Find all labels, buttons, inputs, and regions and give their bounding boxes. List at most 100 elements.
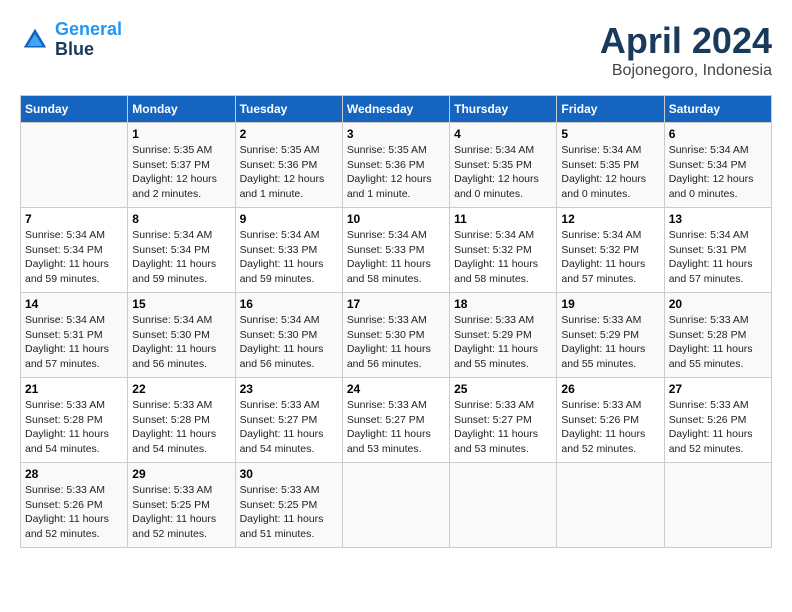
calendar-cell [342, 463, 449, 548]
day-info: Sunrise: 5:34 AM Sunset: 5:34 PM Dayligh… [25, 228, 123, 287]
day-number: 25 [454, 382, 552, 396]
day-info: Sunrise: 5:34 AM Sunset: 5:31 PM Dayligh… [25, 313, 123, 372]
week-row-1: 1 Sunrise: 5:35 AM Sunset: 5:37 PM Daylig… [21, 123, 772, 208]
column-header-wednesday: Wednesday [342, 96, 449, 123]
logo-icon [20, 25, 50, 55]
day-number: 29 [132, 467, 230, 481]
day-info: Sunrise: 5:35 AM Sunset: 5:36 PM Dayligh… [347, 143, 445, 202]
day-info: Sunrise: 5:34 AM Sunset: 5:30 PM Dayligh… [132, 313, 230, 372]
calendar-cell: 8 Sunrise: 5:34 AM Sunset: 5:34 PM Daylig… [128, 208, 235, 293]
calendar-cell: 11 Sunrise: 5:34 AM Sunset: 5:32 PM Dayli… [450, 208, 557, 293]
calendar-cell: 3 Sunrise: 5:35 AM Sunset: 5:36 PM Daylig… [342, 123, 449, 208]
calendar-cell: 23Sunrise: 5:33 AM Sunset: 5:27 PM Dayli… [235, 378, 342, 463]
day-info: Sunrise: 5:34 AM Sunset: 5:32 PM Dayligh… [454, 228, 552, 287]
day-info: Sunrise: 5:34 AM Sunset: 5:31 PM Dayligh… [669, 228, 767, 287]
calendar-cell: 19 Sunrise: 5:33 AM Sunset: 5:29 PM Dayli… [557, 293, 664, 378]
calendar-cell: 6 Sunrise: 5:34 AM Sunset: 5:34 PM Daylig… [664, 123, 771, 208]
day-info: Sunrise: 5:35 AM Sunset: 5:36 PM Dayligh… [240, 143, 338, 202]
day-info: Sunrise: 5:33 AM Sunset: 5:26 PM Dayligh… [561, 398, 659, 457]
day-info: Sunrise: 5:33 AM Sunset: 5:28 PM Dayligh… [669, 313, 767, 372]
day-info: Sunrise: 5:33 AM Sunset: 5:28 PM Dayligh… [132, 398, 230, 457]
calendar-cell [557, 463, 664, 548]
week-row-5: 28 Sunrise: 5:33 AM Sunset: 5:26 PM Dayli… [21, 463, 772, 548]
day-info: Sunrise: 5:33 AM Sunset: 5:28 PM Dayligh… [25, 398, 123, 457]
calendar-cell: 15 Sunrise: 5:34 AM Sunset: 5:30 PM Dayli… [128, 293, 235, 378]
calendar-cell: 20 Sunrise: 5:33 AM Sunset: 5:28 PM Dayli… [664, 293, 771, 378]
calendar-cell: 2 Sunrise: 5:35 AM Sunset: 5:36 PM Daylig… [235, 123, 342, 208]
day-number: 7 [25, 212, 123, 226]
day-info: Sunrise: 5:34 AM Sunset: 5:32 PM Dayligh… [561, 228, 659, 287]
day-number: 5 [561, 127, 659, 141]
day-info: Sunrise: 5:33 AM Sunset: 5:25 PM Dayligh… [132, 483, 230, 542]
calendar-cell: 14 Sunrise: 5:34 AM Sunset: 5:31 PM Dayli… [21, 293, 128, 378]
day-number: 3 [347, 127, 445, 141]
calendar-body: 1 Sunrise: 5:35 AM Sunset: 5:37 PM Daylig… [21, 123, 772, 548]
column-header-friday: Friday [557, 96, 664, 123]
calendar-cell: 12 Sunrise: 5:34 AM Sunset: 5:32 PM Dayli… [557, 208, 664, 293]
day-info: Sunrise: 5:33 AM Sunset: 5:26 PM Dayligh… [669, 398, 767, 457]
day-number: 28 [25, 467, 123, 481]
day-number: 13 [669, 212, 767, 226]
calendar-header: SundayMondayTuesdayWednesdayThursdayFrid… [21, 96, 772, 123]
day-info: Sunrise: 5:34 AM Sunset: 5:30 PM Dayligh… [240, 313, 338, 372]
day-number: 1 [132, 127, 230, 141]
calendar-cell: 7 Sunrise: 5:34 AM Sunset: 5:34 PM Daylig… [21, 208, 128, 293]
day-info: Sunrise: 5:33 AM Sunset: 5:30 PM Dayligh… [347, 313, 445, 372]
day-number: 14 [25, 297, 123, 311]
day-number: 24 [347, 382, 445, 396]
calendar-cell: 16 Sunrise: 5:34 AM Sunset: 5:30 PM Dayli… [235, 293, 342, 378]
calendar-cell: 26 Sunrise: 5:33 AM Sunset: 5:26 PM Dayli… [557, 378, 664, 463]
calendar-cell: 9Sunrise: 5:34 AM Sunset: 5:33 PM Daylig… [235, 208, 342, 293]
day-number: 19 [561, 297, 659, 311]
day-info: Sunrise: 5:33 AM Sunset: 5:29 PM Dayligh… [561, 313, 659, 372]
calendar-table: SundayMondayTuesdayWednesdayThursdayFrid… [20, 95, 772, 548]
day-number: 18 [454, 297, 552, 311]
calendar-cell: 4Sunrise: 5:34 AM Sunset: 5:35 PM Daylig… [450, 123, 557, 208]
day-info: Sunrise: 5:33 AM Sunset: 5:29 PM Dayligh… [454, 313, 552, 372]
calendar-cell [664, 463, 771, 548]
calendar-cell: 17 Sunrise: 5:33 AM Sunset: 5:30 PM Dayli… [342, 293, 449, 378]
calendar-cell: 25 Sunrise: 5:33 AM Sunset: 5:27 PM Dayli… [450, 378, 557, 463]
column-header-thursday: Thursday [450, 96, 557, 123]
day-info: Sunrise: 5:33 AM Sunset: 5:27 PM Dayligh… [347, 398, 445, 457]
calendar-cell: 13 Sunrise: 5:34 AM Sunset: 5:31 PM Dayli… [664, 208, 771, 293]
day-number: 8 [132, 212, 230, 226]
day-number: 17 [347, 297, 445, 311]
day-number: 22 [132, 382, 230, 396]
day-info: Sunrise: 5:35 AM Sunset: 5:37 PM Dayligh… [132, 143, 230, 202]
header: General Blue April 2024 Bojonegoro, Indo… [20, 20, 772, 80]
day-info: Sunrise: 5:34 AM Sunset: 5:35 PM Dayligh… [454, 143, 552, 202]
calendar-cell: 5 Sunrise: 5:34 AM Sunset: 5:35 PM Daylig… [557, 123, 664, 208]
day-number: 6 [669, 127, 767, 141]
day-number: 16 [240, 297, 338, 311]
logo: General Blue [20, 20, 122, 60]
day-info: Sunrise: 5:33 AM Sunset: 5:27 PM Dayligh… [240, 398, 338, 457]
day-info: Sunrise: 5:33 AM Sunset: 5:26 PM Dayligh… [25, 483, 123, 542]
column-header-tuesday: Tuesday [235, 96, 342, 123]
day-info: Sunrise: 5:34 AM Sunset: 5:35 PM Dayligh… [561, 143, 659, 202]
day-info: Sunrise: 5:34 AM Sunset: 5:34 PM Dayligh… [132, 228, 230, 287]
calendar-cell: 30Sunrise: 5:33 AM Sunset: 5:25 PM Dayli… [235, 463, 342, 548]
day-info: Sunrise: 5:33 AM Sunset: 5:27 PM Dayligh… [454, 398, 552, 457]
day-number: 2 [240, 127, 338, 141]
day-info: Sunrise: 5:34 AM Sunset: 5:33 PM Dayligh… [347, 228, 445, 287]
day-number: 15 [132, 297, 230, 311]
day-info: Sunrise: 5:34 AM Sunset: 5:34 PM Dayligh… [669, 143, 767, 202]
day-number: 20 [669, 297, 767, 311]
day-number: 12 [561, 212, 659, 226]
day-number: 27 [669, 382, 767, 396]
day-number: 11 [454, 212, 552, 226]
month-title: April 2024 [600, 20, 772, 62]
day-number: 26 [561, 382, 659, 396]
calendar-cell: 1 Sunrise: 5:35 AM Sunset: 5:37 PM Daylig… [128, 123, 235, 208]
calendar-cell: 18 Sunrise: 5:33 AM Sunset: 5:29 PM Dayli… [450, 293, 557, 378]
day-number: 10 [347, 212, 445, 226]
calendar-cell: 22 Sunrise: 5:33 AM Sunset: 5:28 PM Dayli… [128, 378, 235, 463]
day-info: Sunrise: 5:33 AM Sunset: 5:25 PM Dayligh… [240, 483, 338, 542]
week-row-4: 21 Sunrise: 5:33 AM Sunset: 5:28 PM Dayli… [21, 378, 772, 463]
calendar-cell: 24 Sunrise: 5:33 AM Sunset: 5:27 PM Dayli… [342, 378, 449, 463]
day-number: 21 [25, 382, 123, 396]
column-header-sunday: Sunday [21, 96, 128, 123]
column-header-saturday: Saturday [664, 96, 771, 123]
location-subtitle: Bojonegoro, Indonesia [600, 62, 772, 80]
